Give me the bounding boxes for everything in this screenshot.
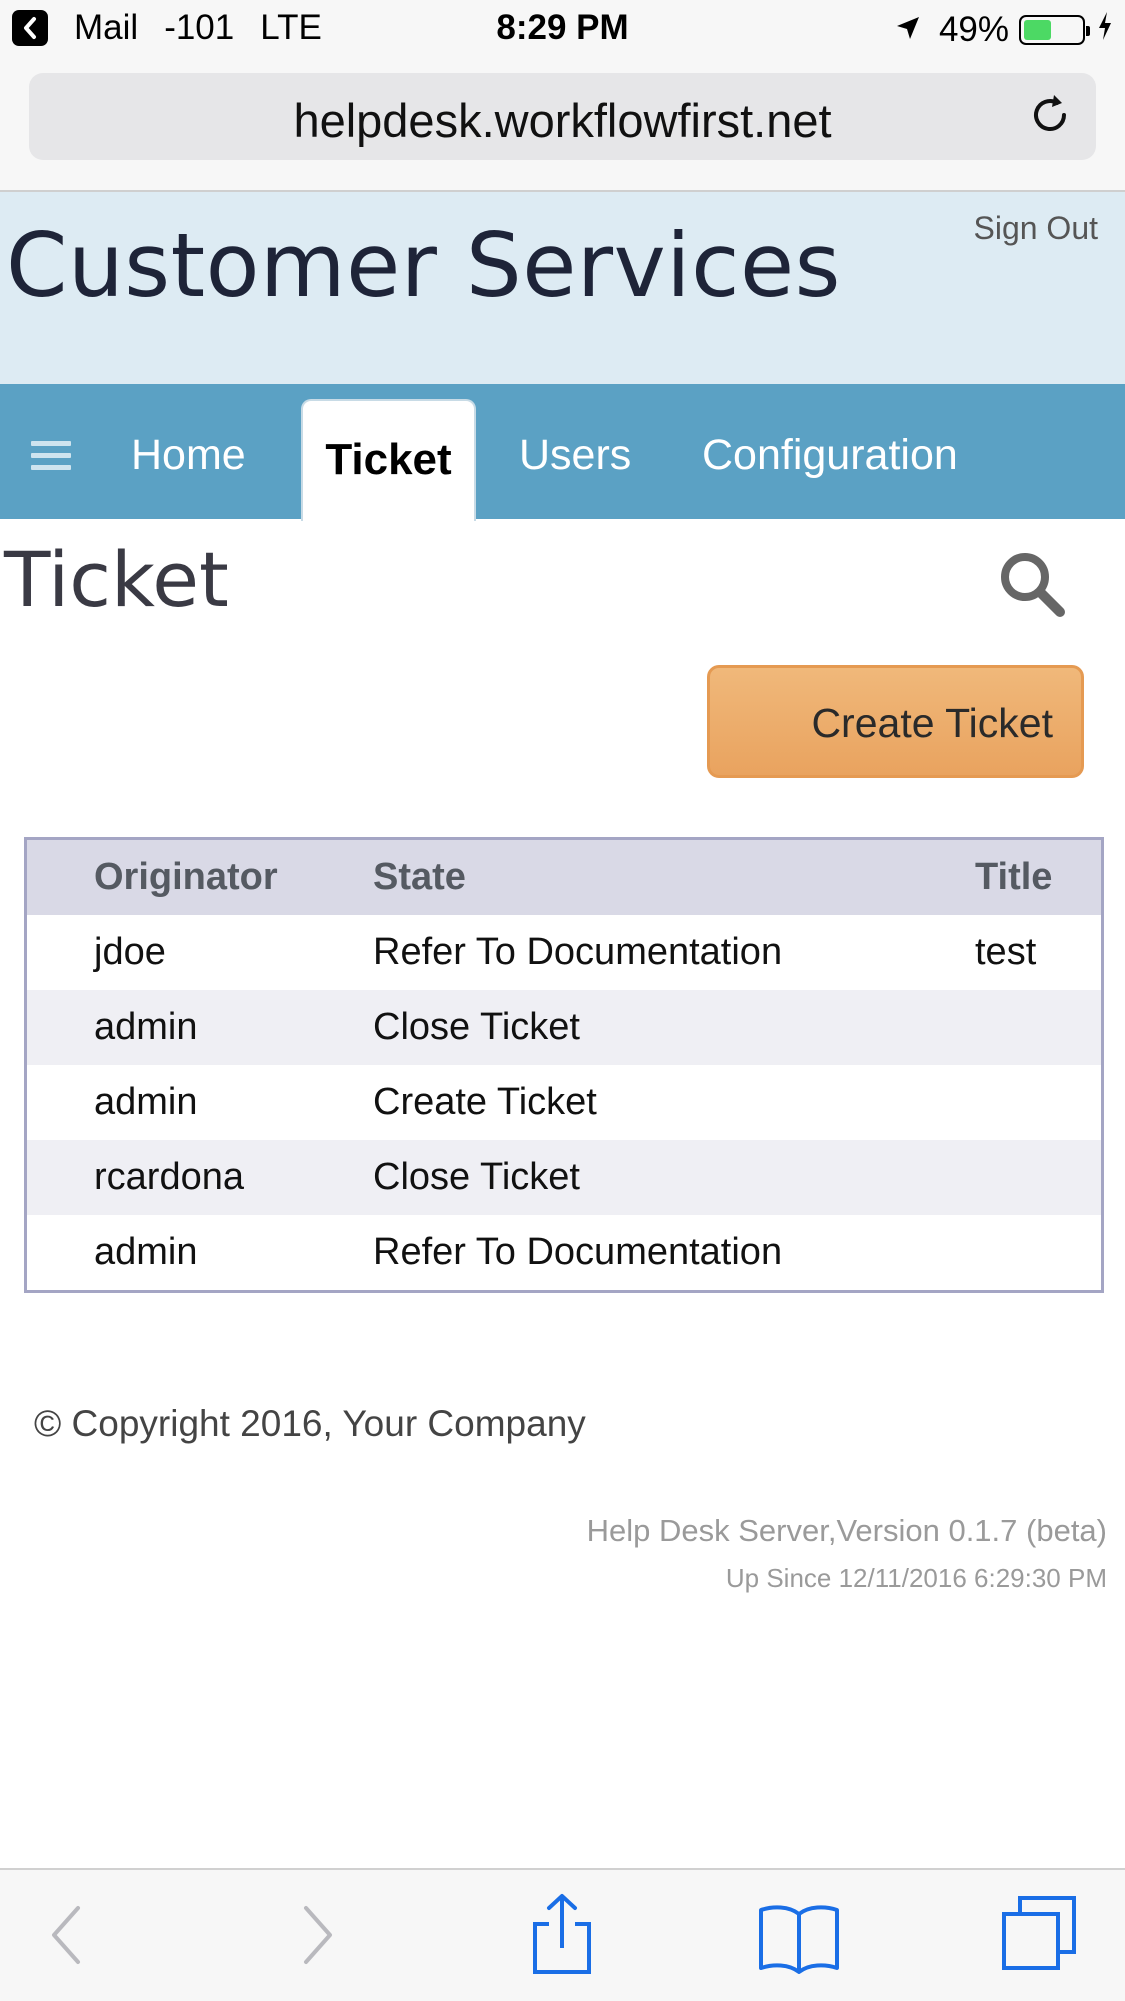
table-row[interactable]: admin Create Ticket (27, 1065, 1101, 1140)
nav-item-ticket[interactable]: Ticket (301, 399, 476, 521)
column-header-originator[interactable]: Originator (94, 840, 278, 915)
cell-title: test (975, 931, 1037, 973)
table-row[interactable]: jdoe Refer To Documentation test (27, 915, 1101, 990)
uptime-text: Up Since 12/11/2016 6:29:30 PM (725, 1563, 1107, 1593)
column-header-title[interactable]: Title (975, 840, 1052, 915)
nav-item-ticket-label: Ticket (325, 435, 452, 484)
back-arrow-icon[interactable] (46, 1900, 86, 1975)
table-row[interactable]: rcardona Close Ticket (27, 1140, 1101, 1215)
site-title: Customer Services (6, 214, 842, 317)
cell-originator: jdoe (94, 931, 166, 973)
battery-percent: 49% (938, 10, 1009, 49)
bookmarks-icon[interactable] (757, 1900, 841, 1979)
bolt-icon (1097, 10, 1113, 50)
browser-toolbar (0, 1868, 1125, 2001)
nav-item-home[interactable]: Home (131, 431, 246, 480)
cell-state: Create Ticket (373, 1081, 597, 1123)
reload-icon[interactable] (1026, 91, 1074, 144)
create-ticket-label: Create Ticket (811, 700, 1053, 746)
site-header: Customer Services Sign Out (0, 192, 1125, 384)
browser-address-area: helpdesk.workflowfirst.net (0, 62, 1125, 192)
main-nav: Home Ticket Users Configuration (0, 384, 1125, 521)
address-bar[interactable]: helpdesk.workflowfirst.net (29, 73, 1096, 160)
page-title: Ticket (4, 535, 229, 624)
cell-state: Close Ticket (373, 1006, 580, 1048)
nav-item-configuration[interactable]: Configuration (702, 431, 958, 480)
create-ticket-button[interactable]: Create Ticket (707, 665, 1084, 778)
cell-state: Refer To Documentation (373, 1231, 783, 1273)
cell-state: Close Ticket (373, 1156, 580, 1198)
version-text: Help Desk Server,Version 0.1.7 (beta) (586, 1513, 1107, 1548)
forward-arrow-icon[interactable] (298, 1900, 338, 1975)
share-icon[interactable] (527, 1892, 597, 1981)
search-icon[interactable] (996, 548, 1068, 625)
table-row[interactable]: admin Close Ticket (27, 990, 1101, 1065)
hamburger-icon[interactable] (31, 441, 71, 471)
table-header-row: Originator State Title (27, 840, 1101, 915)
status-bar: Mail -101 LTE 8:29 PM 49% (0, 0, 1125, 62)
battery-level (1024, 20, 1052, 40)
status-right: 49% (895, 10, 1113, 50)
table-row[interactable]: admin Refer To Documentation (27, 1215, 1101, 1290)
copyright-text: © Copyright 2016, Your Company (34, 1403, 586, 1444)
ticket-table: Originator State Title jdoe Refer To Doc… (24, 837, 1104, 1293)
cell-originator: admin (94, 1006, 198, 1048)
cell-originator: rcardona (94, 1156, 244, 1198)
nav-item-users[interactable]: Users (519, 431, 631, 480)
sign-out-link[interactable]: Sign Out (973, 210, 1098, 247)
url-text[interactable]: helpdesk.workflowfirst.net (29, 93, 1096, 148)
column-header-state[interactable]: State (373, 840, 466, 915)
cell-originator: admin (94, 1081, 198, 1123)
battery-icon (1019, 15, 1090, 45)
location-arrow-icon (895, 10, 921, 50)
cell-originator: admin (94, 1231, 198, 1273)
tabs-icon[interactable] (1000, 1894, 1080, 1979)
cell-state: Refer To Documentation (373, 931, 783, 973)
